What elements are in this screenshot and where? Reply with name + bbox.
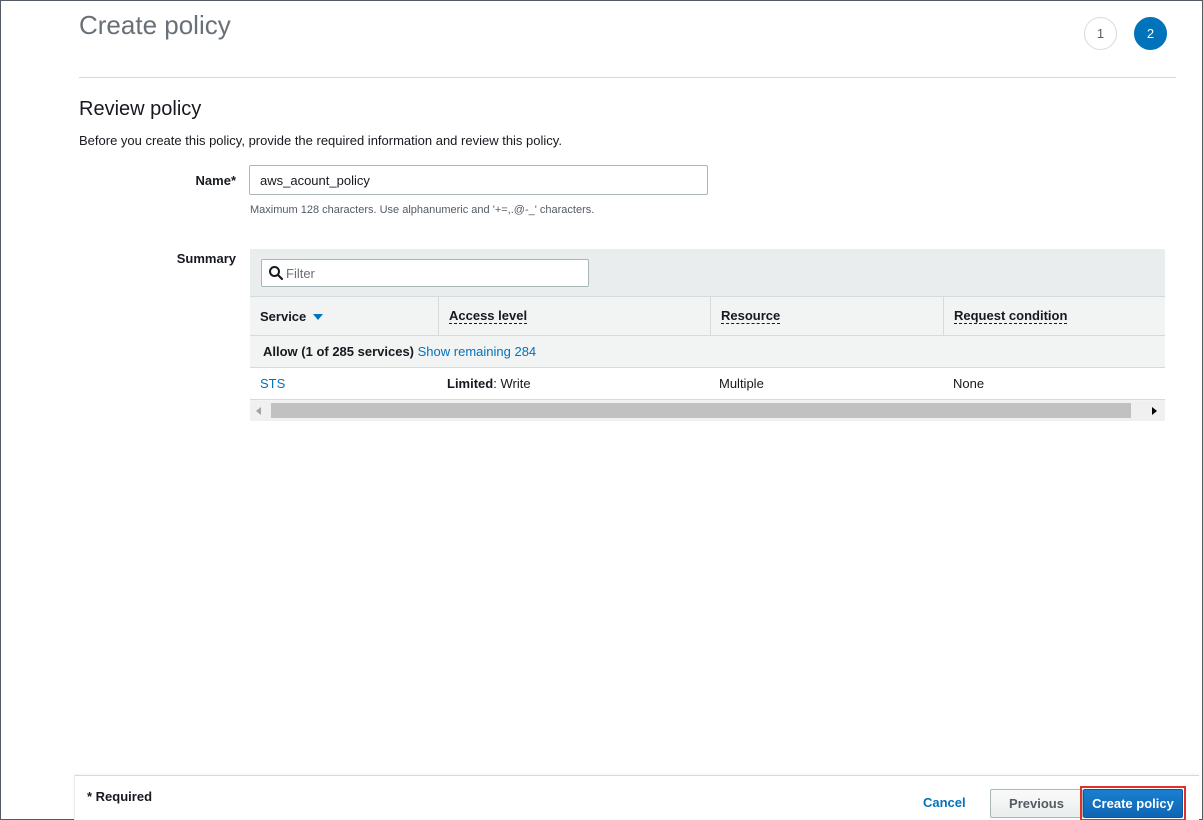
scroll-left-icon[interactable] [256, 407, 261, 415]
access-level-cell: Limited: Write [447, 368, 531, 399]
table-row: STS Limited: Write Multiple None [250, 368, 1165, 400]
column-header-label: Resource [721, 308, 781, 324]
column-header-access-level[interactable]: Access level [439, 297, 711, 336]
summary-label: Summary [176, 251, 236, 266]
section-description: Before you create this policy, provide t… [79, 133, 562, 148]
access-level-bold: Limited [447, 376, 494, 391]
header-divider [79, 77, 1176, 78]
scroll-right-icon[interactable] [1152, 407, 1157, 415]
column-header-label: Access level [449, 308, 528, 324]
column-header-request-condition[interactable]: Request condition [944, 297, 1165, 336]
name-hint: Maximum 128 characters. Use alphanumeric… [250, 204, 595, 216]
create-policy-button[interactable]: Create policy [1083, 789, 1183, 818]
resource-cell: Multiple [719, 376, 764, 391]
filter-bar [250, 249, 1165, 297]
column-header-label: Service [260, 309, 307, 324]
access-level-rest: : Write [493, 376, 531, 391]
table-header: Service Access level Resource Request co… [250, 297, 1165, 336]
scrollbar-thumb[interactable] [271, 403, 1131, 418]
allow-group-label: Allow (1 of 285 services) [263, 344, 415, 359]
condition-cell: None [953, 376, 985, 391]
page-title: Create policy [79, 10, 231, 40]
horizontal-scrollbar[interactable] [250, 401, 1165, 421]
column-header-label: Request condition [954, 308, 1068, 324]
service-link[interactable]: STS [260, 376, 285, 391]
required-note: * Required [87, 789, 153, 804]
policy-name-input[interactable] [249, 165, 708, 195]
cancel-button[interactable]: Cancel [923, 795, 966, 810]
main-frame: Create policy 1 2 Review policy Before y… [0, 0, 1203, 820]
summary-table: Service Access level Resource Request co… [250, 249, 1165, 421]
filter-box[interactable] [261, 259, 589, 287]
column-header-resource[interactable]: Resource [711, 297, 944, 336]
sort-descending-icon [313, 313, 324, 320]
name-label: Name* [195, 173, 236, 188]
column-header-service[interactable]: Service [250, 297, 439, 336]
show-remaining-link[interactable]: Show remaining 284 [418, 344, 537, 359]
footer-bar: * Required Cancel Previous Create policy [74, 775, 1199, 820]
section-heading: Review policy [79, 98, 202, 120]
previous-button[interactable]: Previous [990, 789, 1083, 818]
step-indicator-1[interactable]: 1 [1084, 17, 1117, 50]
filter-input[interactable] [286, 260, 586, 286]
search-icon [269, 266, 284, 281]
step-indicator-2[interactable]: 2 [1134, 17, 1167, 50]
allow-group-row: Allow (1 of 285 services) Show remaining… [250, 336, 1165, 368]
